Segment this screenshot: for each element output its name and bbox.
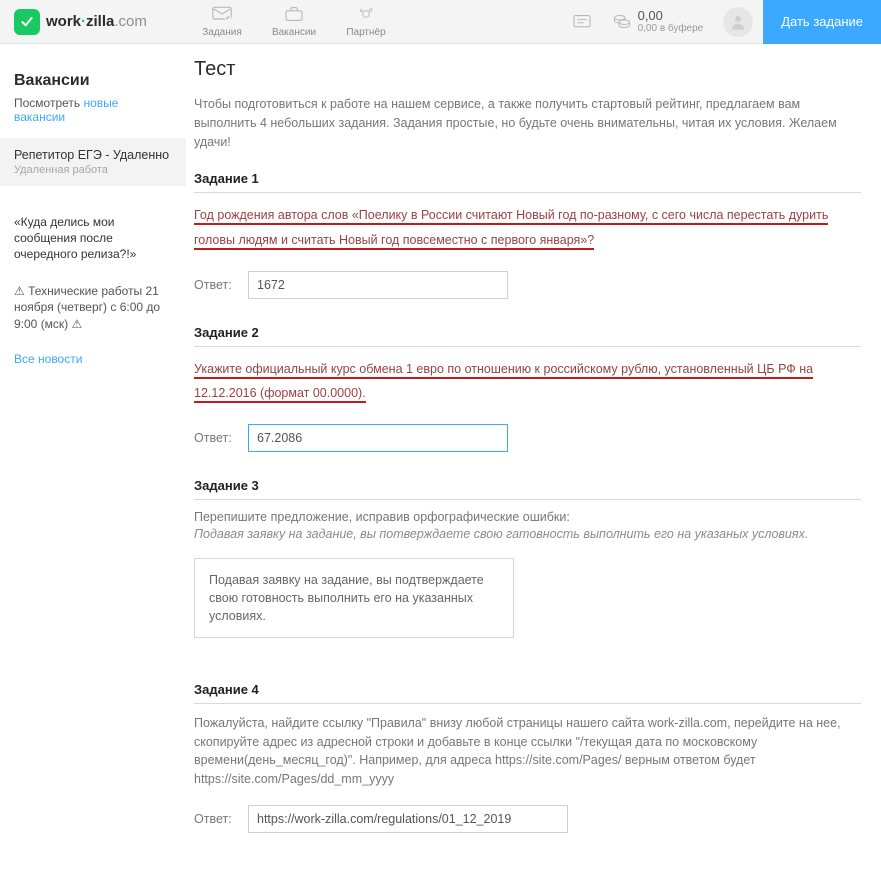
vacancy-sub: Удаленная работа bbox=[14, 164, 172, 176]
task4-question: Пожалуйста, найдите ссылку "Правила" вни… bbox=[194, 714, 861, 789]
nav-partner-label: Партнёр bbox=[330, 27, 402, 38]
coins-icon bbox=[612, 11, 632, 32]
task3-heading: Задание 3 bbox=[194, 478, 861, 493]
sidebar-heading: Вакансии bbox=[14, 72, 172, 90]
task1-answer-input[interactable] bbox=[248, 271, 508, 299]
divider bbox=[194, 499, 861, 500]
task2-heading: Задание 2 bbox=[194, 325, 861, 340]
nav-vacancies-label: Вакансии bbox=[258, 27, 330, 38]
nav-tasks-label: Задания bbox=[186, 27, 258, 38]
avatar[interactable] bbox=[723, 7, 753, 37]
briefcase-icon bbox=[258, 6, 330, 25]
nav-tasks[interactable]: Задания bbox=[186, 2, 258, 42]
task4-heading: Задание 4 bbox=[194, 682, 861, 697]
page-title: Тест bbox=[194, 58, 861, 81]
sidebar-warning: ⚠ Технические работы 21 ноября (четверг)… bbox=[14, 283, 172, 333]
nav-partner[interactable]: Партнёр bbox=[330, 2, 402, 42]
sparkle-icon bbox=[330, 6, 402, 25]
logo[interactable]: work·zilla.com bbox=[0, 9, 186, 35]
task3-answer-box[interactable]: Подавая заявку на задание, вы подтвержда… bbox=[194, 558, 514, 638]
answer-label: Ответ: bbox=[194, 812, 248, 826]
balance[interactable]: 0,00 0,00 в буфере bbox=[602, 9, 714, 34]
vacancy-title: Репетитор ЕГЭ - Удаленно bbox=[14, 148, 172, 162]
top-nav: Задания Вакансии Партнёр bbox=[186, 2, 402, 42]
sidebar-vacancy-block[interactable]: Репетитор ЕГЭ - Удаленно Удаленная работ… bbox=[0, 138, 186, 186]
task4-answer-input[interactable] bbox=[248, 805, 568, 833]
task1-question: Год рождения автора слов «Поелику в Росс… bbox=[194, 208, 828, 250]
logo-check-icon bbox=[14, 9, 40, 35]
balance-buffer: 0,00 в буфере bbox=[638, 23, 704, 34]
task3-sub: Перепишите предложение, исправив орфогра… bbox=[194, 510, 861, 524]
post-task-button[interactable]: Дать задание bbox=[763, 0, 881, 44]
divider bbox=[194, 192, 861, 193]
balance-amount: 0,00 bbox=[638, 9, 704, 23]
logo-text: work·zilla.com bbox=[46, 13, 147, 30]
task2-answer-input[interactable] bbox=[248, 424, 508, 452]
nav-vacancies[interactable]: Вакансии bbox=[258, 2, 330, 42]
sidebar-quote: «Куда делись мои сообщения после очередн… bbox=[14, 214, 172, 263]
messages-icon[interactable] bbox=[562, 14, 602, 30]
sidebar: Вакансии Посмотреть новые вакансии Репет… bbox=[0, 44, 186, 889]
task3-italic: Подавая заявку на задание, вы потверждае… bbox=[194, 526, 861, 544]
task2-question: Укажите официальный курс обмена 1 евро п… bbox=[194, 362, 813, 404]
main-content: Тест Чтобы подготовиться к работе на наш… bbox=[186, 44, 881, 889]
intro-text: Чтобы подготовиться к работе на нашем се… bbox=[194, 95, 861, 151]
answer-label: Ответ: bbox=[194, 431, 248, 445]
answer-label: Ответ: bbox=[194, 278, 248, 292]
task1-heading: Задание 1 bbox=[194, 171, 861, 186]
app-header: work·zilla.com Задания Вакансии Партнёр bbox=[0, 0, 881, 44]
sidebar-look: Посмотреть новые вакансии bbox=[14, 96, 172, 124]
divider bbox=[194, 703, 861, 704]
all-news-link[interactable]: Все новости bbox=[14, 352, 82, 366]
envelope-check-icon bbox=[186, 6, 258, 25]
divider bbox=[194, 346, 861, 347]
